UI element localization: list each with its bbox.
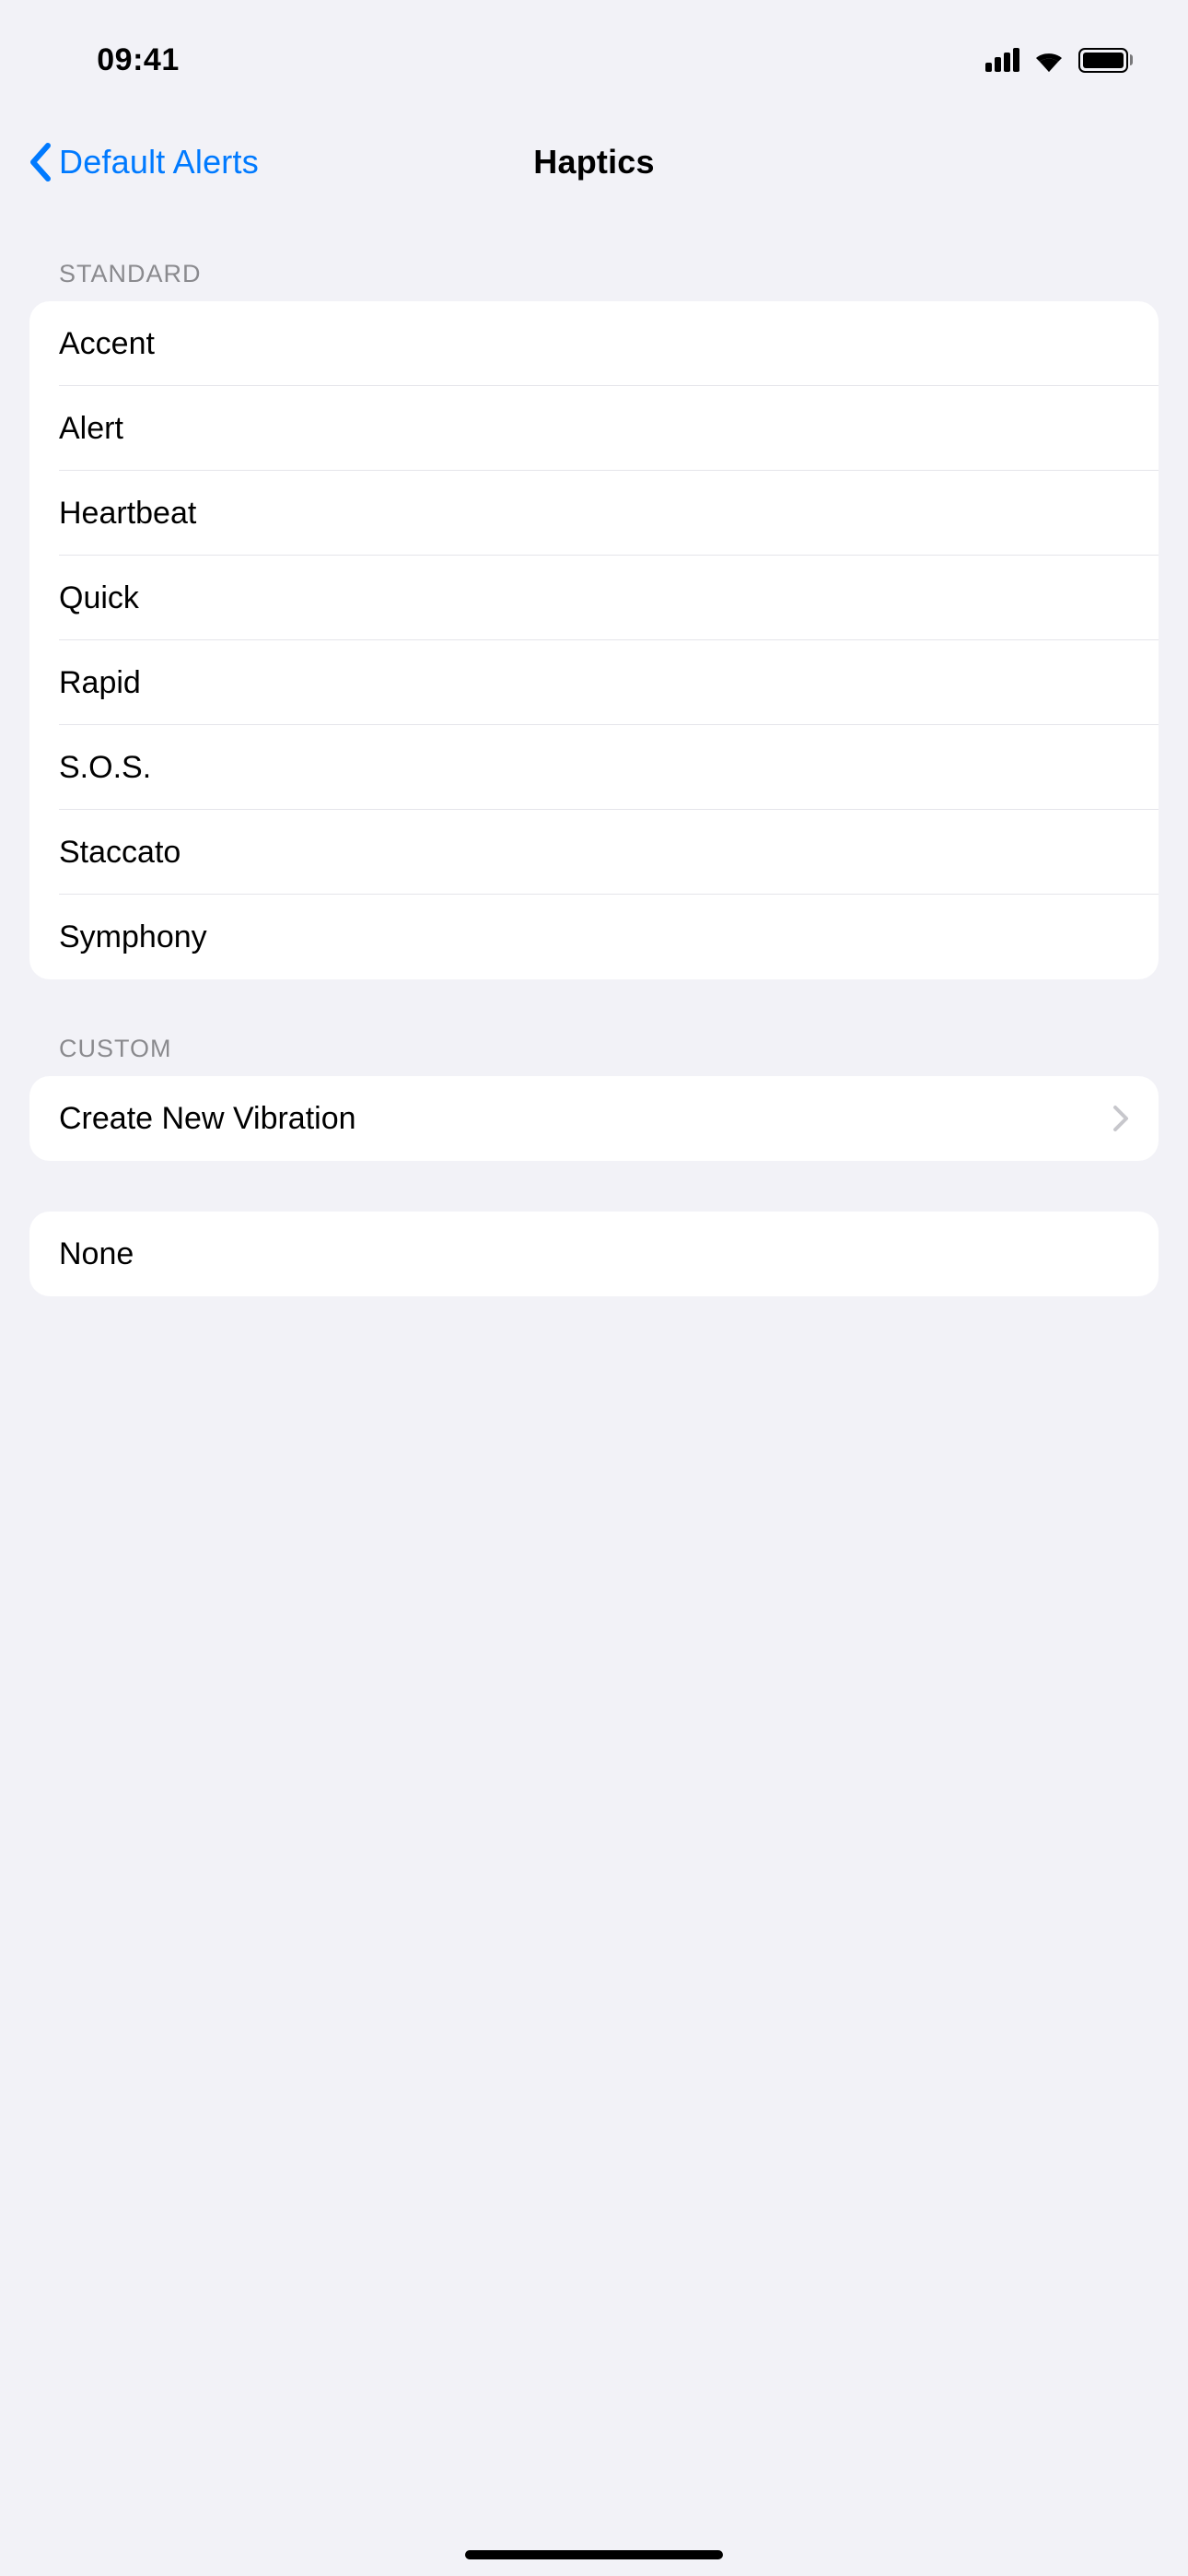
- list-item-label: Symphony: [59, 919, 207, 955]
- list-item-label: Heartbeat: [59, 496, 196, 532]
- haptic-option-symphony[interactable]: Symphony: [29, 895, 1159, 979]
- list-group-standard: Accent Alert Heartbeat Quick Rapid S.O.S…: [29, 301, 1159, 979]
- status-icons: [985, 48, 1133, 73]
- chevron-right-icon: [1112, 1105, 1129, 1132]
- list-group-custom: Create New Vibration: [29, 1076, 1159, 1161]
- list-item-label: Quick: [59, 580, 139, 616]
- haptic-option-rapid[interactable]: Rapid: [29, 640, 1159, 725]
- haptic-option-staccato[interactable]: Staccato: [29, 810, 1159, 895]
- haptic-option-quick[interactable]: Quick: [29, 556, 1159, 640]
- home-indicator[interactable]: [465, 2550, 723, 2559]
- haptic-option-none[interactable]: None: [29, 1212, 1159, 1296]
- haptic-option-heartbeat[interactable]: Heartbeat: [29, 471, 1159, 556]
- list-item-label: Rapid: [59, 665, 141, 701]
- haptic-option-sos[interactable]: S.O.S.: [29, 725, 1159, 810]
- haptic-option-accent[interactable]: Accent: [29, 301, 1159, 386]
- create-new-vibration-button[interactable]: Create New Vibration: [29, 1076, 1159, 1161]
- list-item-label: Staccato: [59, 835, 181, 871]
- list-item-label: Accent: [59, 326, 155, 362]
- section-header-custom: CUSTOM: [29, 979, 1159, 1076]
- status-bar: 09:41: [0, 0, 1188, 120]
- navigation-bar: Default Alerts Haptics: [0, 120, 1188, 205]
- back-button[interactable]: Default Alerts: [28, 142, 259, 182]
- cellular-signal-icon: [985, 48, 1019, 72]
- back-label: Default Alerts: [59, 143, 259, 181]
- wifi-icon: [1032, 48, 1066, 72]
- battery-icon: [1078, 48, 1133, 73]
- list-item-label: Create New Vibration: [59, 1101, 356, 1137]
- chevron-left-icon: [28, 142, 52, 182]
- status-time: 09:41: [0, 42, 276, 78]
- list-item-label: S.O.S.: [59, 750, 151, 786]
- page-title: Haptics: [533, 143, 654, 181]
- haptic-option-alert[interactable]: Alert: [29, 386, 1159, 471]
- content-area: STANDARD Accent Alert Heartbeat Quick Ra…: [0, 205, 1188, 1296]
- list-item-label: None: [59, 1236, 134, 1272]
- list-item-label: Alert: [59, 411, 123, 447]
- list-group-none: None: [29, 1212, 1159, 1296]
- section-header-standard: STANDARD: [29, 205, 1159, 301]
